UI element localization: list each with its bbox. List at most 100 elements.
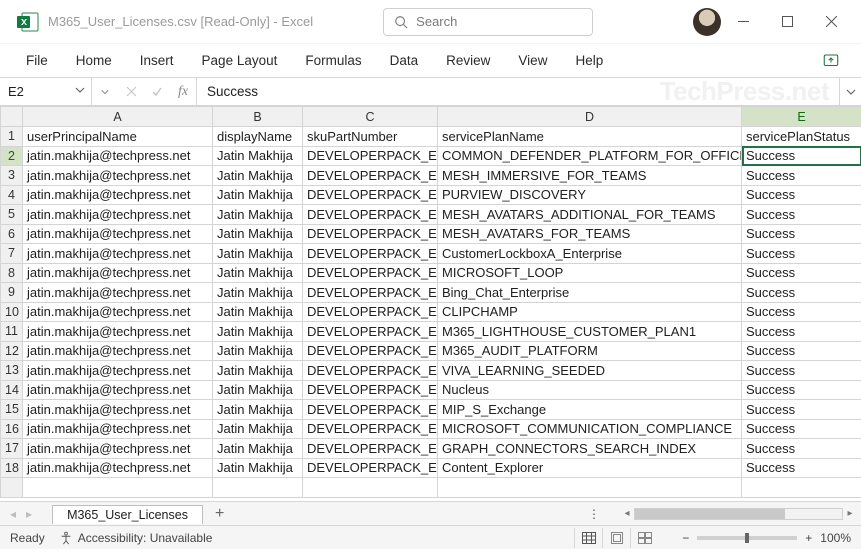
maximize-button[interactable] — [765, 4, 809, 40]
tab-file[interactable]: File — [12, 44, 62, 78]
col-header-E[interactable]: E — [742, 107, 861, 127]
cell[interactable]: DEVELOPERPACK_E5 — [303, 380, 438, 400]
cell[interactable]: jatin.makhija@techpress.net — [23, 439, 213, 459]
row-header[interactable]: 17 — [1, 439, 23, 459]
cell[interactable]: Success — [742, 302, 861, 322]
row-header[interactable]: 16 — [1, 419, 23, 439]
cell[interactable]: DEVELOPERPACK_E5 — [303, 205, 438, 225]
tab-review[interactable]: Review — [432, 44, 504, 78]
page-break-view-button[interactable] — [630, 528, 658, 548]
cell[interactable]: M365_LIGHTHOUSE_CUSTOMER_PLAN1 — [438, 322, 742, 342]
spreadsheet-grid[interactable]: A B C D E 1userPrincipalNamedisplayNames… — [0, 106, 861, 502]
cell[interactable]: Jatin Makhija — [213, 361, 303, 381]
cell[interactable]: Success — [742, 400, 861, 420]
cell[interactable]: DEVELOPERPACK_E5 — [303, 302, 438, 322]
cell[interactable]: DEVELOPERPACK_E5 — [303, 458, 438, 478]
cell[interactable]: Jatin Makhija — [213, 439, 303, 459]
cell[interactable]: DEVELOPERPACK_E5 — [303, 361, 438, 381]
cell[interactable]: jatin.makhija@techpress.net — [23, 380, 213, 400]
add-sheet-button[interactable]: + — [203, 506, 236, 522]
cell[interactable]: skuPartNumber — [303, 127, 438, 147]
cell[interactable]: DEVELOPERPACK_E5 — [303, 244, 438, 264]
cell[interactable]: Success — [742, 458, 861, 478]
tab-formulas[interactable]: Formulas — [291, 44, 375, 78]
cell[interactable]: DEVELOPERPACK_E5 — [303, 185, 438, 205]
row-header[interactable]: 14 — [1, 380, 23, 400]
cell[interactable]: userPrincipalName — [23, 127, 213, 147]
cell[interactable] — [303, 478, 438, 498]
cell[interactable]: jatin.makhija@techpress.net — [23, 244, 213, 264]
cell[interactable]: Success — [742, 439, 861, 459]
row-header[interactable]: 8 — [1, 263, 23, 283]
cell[interactable]: Success — [742, 380, 861, 400]
fx-icon[interactable]: fx — [170, 84, 196, 100]
cell[interactable]: VIVA_LEARNING_SEEDED — [438, 361, 742, 381]
prev-sheet-icon[interactable]: ◂ — [6, 507, 20, 521]
cell[interactable]: Jatin Makhija — [213, 419, 303, 439]
tab-home[interactable]: Home — [62, 44, 126, 78]
horizontal-scrollbar[interactable]: ◂ ▸ — [616, 507, 861, 521]
scroll-right-icon[interactable]: ▸ — [843, 508, 857, 519]
close-button[interactable] — [809, 4, 853, 40]
cell[interactable]: Content_Explorer — [438, 458, 742, 478]
dropdown-icon[interactable] — [92, 88, 118, 96]
cell[interactable]: Success — [742, 166, 861, 186]
col-header-D[interactable]: D — [438, 107, 742, 127]
sheet-tab[interactable]: M365_User_Licenses — [52, 505, 203, 524]
col-header-B[interactable]: B — [213, 107, 303, 127]
cell[interactable]: MESH_AVATARS_FOR_TEAMS — [438, 224, 742, 244]
cell[interactable]: jatin.makhija@techpress.net — [23, 419, 213, 439]
cell[interactable]: Jatin Makhija — [213, 302, 303, 322]
cell[interactable]: Jatin Makhija — [213, 283, 303, 303]
row-header[interactable]: 18 — [1, 458, 23, 478]
zoom-out-button[interactable]: − — [682, 531, 689, 545]
zoom-slider[interactable] — [697, 536, 797, 540]
cell[interactable]: Nucleus — [438, 380, 742, 400]
cell[interactable]: jatin.makhija@techpress.net — [23, 341, 213, 361]
tab-data[interactable]: Data — [376, 44, 433, 78]
cell[interactable]: displayName — [213, 127, 303, 147]
cell[interactable]: DEVELOPERPACK_E5 — [303, 283, 438, 303]
cell[interactable]: Success — [742, 341, 861, 361]
share-button[interactable] — [813, 52, 849, 70]
cell[interactable]: jatin.makhija@techpress.net — [23, 224, 213, 244]
cell[interactable] — [742, 478, 861, 498]
cell[interactable]: DEVELOPERPACK_E5 — [303, 400, 438, 420]
page-layout-view-button[interactable] — [602, 528, 630, 548]
row-header[interactable]: 7 — [1, 244, 23, 264]
row-header[interactable]: 11 — [1, 322, 23, 342]
cell[interactable]: DEVELOPERPACK_E5 — [303, 341, 438, 361]
cell[interactable]: Jatin Makhija — [213, 322, 303, 342]
cell[interactable]: jatin.makhija@techpress.net — [23, 166, 213, 186]
cell[interactable]: servicePlanStatus — [742, 127, 861, 147]
col-header-A[interactable]: A — [23, 107, 213, 127]
scrollbar-thumb[interactable] — [635, 509, 785, 519]
cell[interactable]: Success — [742, 361, 861, 381]
cell[interactable]: Success — [742, 263, 861, 283]
cell[interactable]: DEVELOPERPACK_E5 — [303, 322, 438, 342]
cell[interactable]: DEVELOPERPACK_E5 — [303, 263, 438, 283]
row-header[interactable]: 4 — [1, 185, 23, 205]
zoom-in-button[interactable]: + — [805, 531, 812, 545]
cell[interactable]: Success — [742, 419, 861, 439]
cell[interactable] — [213, 478, 303, 498]
row-header[interactable]: 12 — [1, 341, 23, 361]
cell[interactable]: Jatin Makhija — [213, 458, 303, 478]
row-header[interactable]: 9 — [1, 283, 23, 303]
cell[interactable] — [23, 478, 213, 498]
cell[interactable]: jatin.makhija@techpress.net — [23, 205, 213, 225]
cell[interactable]: Success — [742, 322, 861, 342]
cell[interactable]: Jatin Makhija — [213, 185, 303, 205]
cell[interactable]: DEVELOPERPACK_E5 — [303, 439, 438, 459]
cell[interactable]: DEVELOPERPACK_E5 — [303, 146, 438, 166]
select-all-corner[interactable] — [1, 107, 23, 127]
cell[interactable]: Success — [742, 283, 861, 303]
cell[interactable]: MESH_AVATARS_ADDITIONAL_FOR_TEAMS — [438, 205, 742, 225]
cell[interactable]: jatin.makhija@techpress.net — [23, 361, 213, 381]
cell[interactable]: GRAPH_CONNECTORS_SEARCH_INDEX — [438, 439, 742, 459]
tab-pagelayout[interactable]: Page Layout — [188, 44, 292, 78]
cell[interactable]: Success — [742, 185, 861, 205]
cell[interactable] — [438, 478, 742, 498]
cell[interactable]: Jatin Makhija — [213, 380, 303, 400]
accessibility-status[interactable]: Accessibility: Unavailable — [59, 531, 213, 545]
